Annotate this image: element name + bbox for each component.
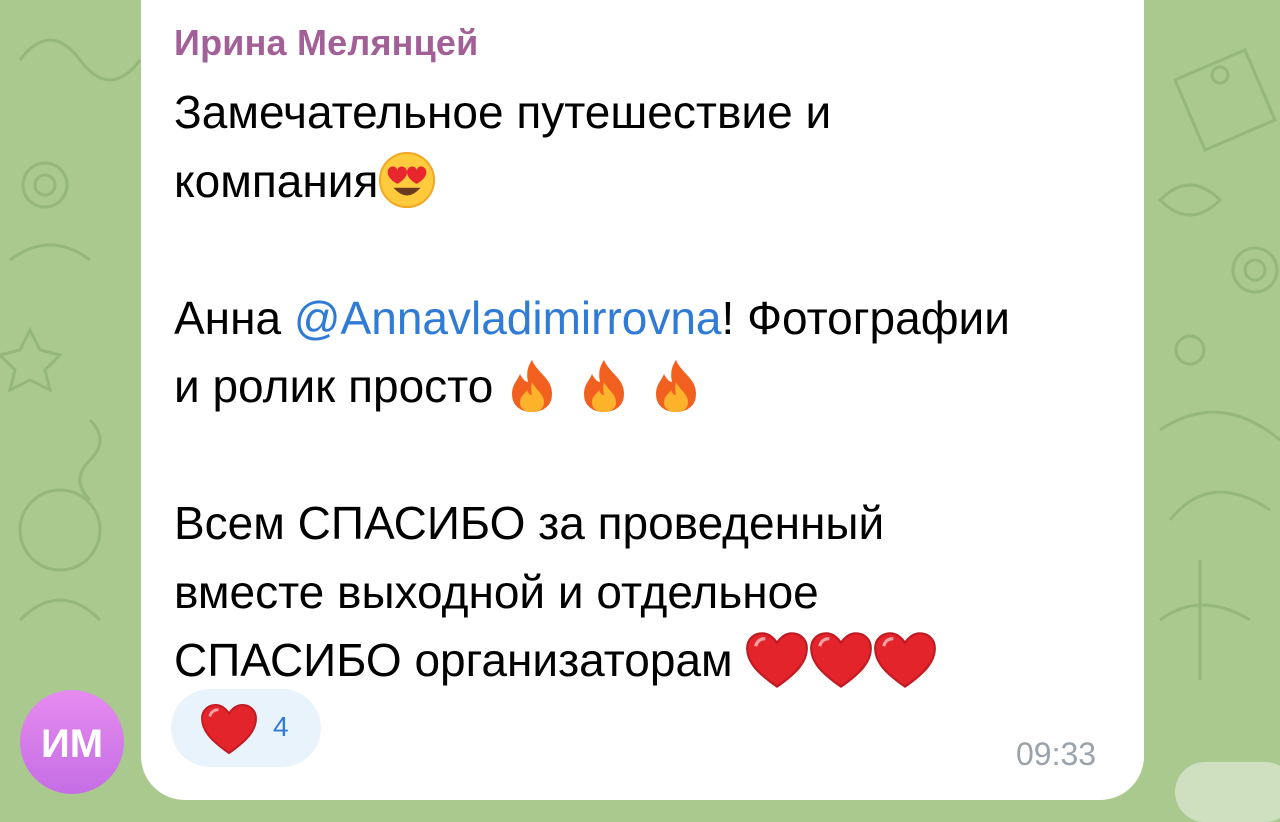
message-line: компания <box>174 147 1114 216</box>
mention-link[interactable]: @Annavladimirrovna <box>294 292 722 344</box>
message-text-line-2: компания <box>174 154 379 207</box>
avatar-initials: ИМ <box>40 722 104 766</box>
message-text-line-3b: ! Фотографии <box>721 291 1010 344</box>
reaction-chip[interactable]: 4 <box>171 689 321 767</box>
fire-emoji-icon <box>584 359 625 412</box>
heart-eyes-emoji-icon <box>379 152 436 209</box>
red-heart-emoji-icon <box>874 632 937 688</box>
message-text-line-5: Всем СПАСИБО за проведенный <box>174 497 885 549</box>
red-heart-emoji-icon <box>746 632 809 688</box>
message-line: Всем СПАСИБО за проведенный <box>174 489 1114 558</box>
message-text-line-1: Замечательное путешествие и <box>174 86 832 138</box>
message-text: Замечательное путешествие и компания Анн… <box>174 78 1114 695</box>
fire-emoji-icon <box>512 359 553 412</box>
avatar[interactable]: ИМ <box>20 690 124 794</box>
message-text-line-6: вместе выходной и отдельное <box>174 565 819 618</box>
scroll-down-button[interactable] <box>1175 762 1280 822</box>
message-line: Анна @Annavladimirrovna! Фотографии <box>174 284 1114 353</box>
reaction-count: 4 <box>273 711 289 742</box>
message-text-line-7: СПАСИБО организаторам <box>174 634 746 686</box>
message-timestamp: 09:33 <box>1016 736 1097 772</box>
message-line: и ролик просто <box>174 352 1114 421</box>
message-line: Замечательное путешествие и <box>174 78 1114 147</box>
message-line: вместе выходной и отдельное <box>174 558 1114 627</box>
sender-name[interactable]: Ирина Мелянцей <box>174 22 478 64</box>
message-text-line-4: и ролик просто <box>174 360 507 412</box>
message-line: СПАСИБО организаторам <box>174 626 1114 695</box>
message-text-line-3a: Анна <box>174 291 294 344</box>
red-heart-emoji-icon <box>810 632 873 688</box>
heart-icon <box>201 703 257 755</box>
fire-emoji-icon <box>656 359 697 412</box>
